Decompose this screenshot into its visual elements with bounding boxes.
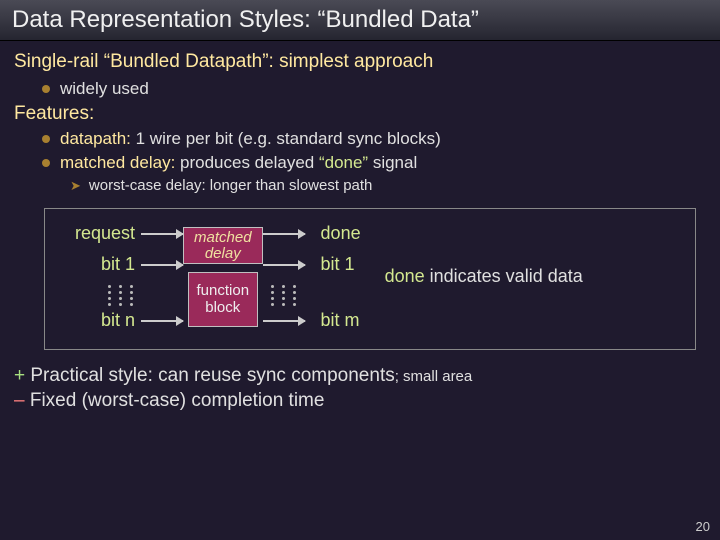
arrow-icon: ➤ [70,178,81,194]
side-note: done indicates valid data [385,266,583,288]
keyword: datapath: [60,129,131,148]
bullet-matched-delay: matched delay: produces delayed “done” s… [42,153,706,173]
label-bit1r: bit 1 [321,254,355,275]
sub-bullet-text: worst-case delay: longer than slowest pa… [89,177,372,194]
done-word: done [385,266,425,286]
bullet-text: datapath: 1 wire per bit (e.g. standard … [60,129,441,149]
minus-line: – Fixed (worst-case) completion time [14,389,706,414]
matched-delay-box: matched delay [183,227,263,265]
plus-icon: + [14,365,25,386]
done-word: “done” [319,153,368,172]
label-bit1: bit 1 [55,254,135,275]
dots-icon [293,285,296,306]
features-heading: Features: [14,103,706,125]
title-bar: Data Representation Styles: “Bundled Dat… [0,0,720,41]
bullet-icon [42,135,50,143]
subtitle: Single-rail “Bundled Datapath”: simplest… [14,51,706,73]
bullet-widely: widely used [42,79,706,99]
diagram: request bit 1 bit n [55,223,361,331]
center-boxes: matched delay function block [183,227,263,328]
content-area: Single-rail “Bundled Datapath”: simplest… [0,41,720,350]
arrow-icon [141,264,183,266]
arrow-icon [263,320,305,322]
bullet-datapath: datapath: 1 wire per bit (e.g. standard … [42,129,706,149]
dots-icon [108,285,111,306]
diagram-container: request bit 1 bit n [44,208,696,350]
label-bitn: bit n [55,310,135,331]
label-bitm: bit m [321,310,360,331]
sub-bullet-worst-case: ➤ worst-case delay: longer than slowest … [70,177,706,194]
bullet-text: widely used [60,79,149,99]
arrow-icon [141,233,183,235]
keyword: matched delay: [60,153,175,172]
bullet-icon [42,159,50,167]
right-arrows: done bit 1 bit m [263,223,361,331]
slide-title: Data Representation Styles: “Bundled Dat… [12,6,708,34]
dots-icon [130,285,133,306]
minus-icon: – [14,390,25,411]
arrow-icon [263,233,305,235]
function-block-box: function block [188,272,259,327]
label-done: done [321,223,361,244]
dots-icon [282,285,285,306]
bottom-notes: + Practical style: can reuse sync compon… [14,364,706,413]
page-number: 20 [696,519,710,534]
dots-icon [119,285,122,306]
arrow-icon [263,264,305,266]
bullet-text: matched delay: produces delayed “done” s… [60,153,417,173]
arrow-icon [141,320,183,322]
left-labels: request bit 1 bit n [55,223,183,331]
plus-line: + Practical style: can reuse sync compon… [14,364,706,389]
label-request: request [55,223,135,244]
bullet-icon [42,85,50,93]
dots-icon [271,285,274,306]
